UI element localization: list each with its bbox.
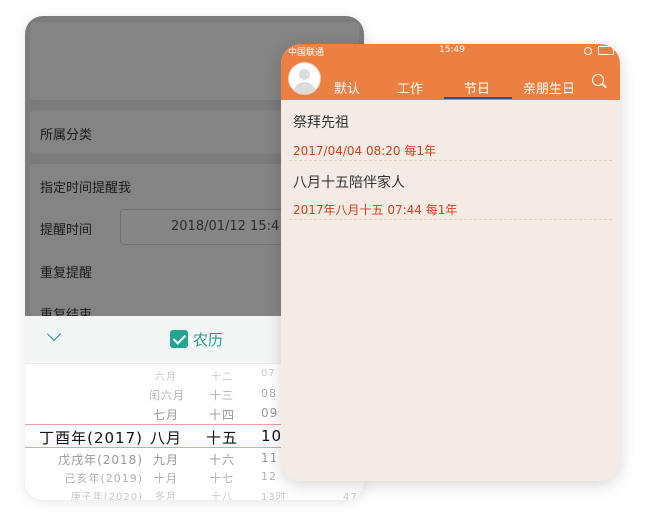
wheel-day: 十二 bbox=[211, 372, 233, 383]
status-time: 15:49 bbox=[439, 45, 465, 55]
search-icon[interactable] bbox=[592, 74, 604, 86]
status-icons bbox=[584, 46, 614, 56]
avatar-body-icon bbox=[293, 82, 316, 94]
wheel-year: 丁酉年(2017) bbox=[39, 429, 143, 447]
reminder-title: 祭拜先祖 bbox=[293, 115, 349, 131]
wheel-month: 八月 bbox=[149, 429, 182, 447]
wheel-day: 十四 bbox=[208, 408, 235, 422]
tab-family-birthday[interactable]: 亲朋生日 bbox=[523, 78, 575, 97]
lunar-checkbox[interactable] bbox=[170, 330, 188, 348]
app-header: 中国联通 15:49 默认 工作 节日 亲朋生日 bbox=[281, 44, 620, 100]
wheel-day: 十七 bbox=[210, 472, 234, 485]
wheel-month: 冬月 bbox=[155, 492, 177, 500]
wheel-month: 十月 bbox=[154, 472, 178, 485]
wheel-day: 十五 bbox=[205, 429, 238, 447]
avatar-head-icon bbox=[299, 69, 310, 80]
wheel-year: 庚子年(2020) bbox=[70, 492, 143, 500]
front-phone-screen: 中国联通 15:49 默认 工作 节日 亲朋生日 祭拜先祖 2017/04/04… bbox=[281, 44, 620, 481]
tab-festival[interactable]: 节日 bbox=[464, 78, 490, 97]
wheel-minute: 47分 bbox=[343, 492, 364, 500]
list-divider bbox=[289, 160, 612, 161]
status-bar: 中国联通 15:49 bbox=[281, 44, 620, 58]
wheel-year: 己亥年(2019) bbox=[64, 472, 143, 485]
wheel-hour: 13时 bbox=[261, 492, 287, 500]
lunar-checkbox-label[interactable]: 农历 bbox=[193, 329, 223, 350]
wheel-day: 十三 bbox=[210, 389, 234, 402]
wheel-month: 六月 bbox=[155, 372, 177, 383]
carrier-label: 中国联通 bbox=[288, 48, 325, 58]
alarm-icon bbox=[584, 46, 592, 55]
wheel-day: 十六 bbox=[208, 453, 235, 467]
tab-work[interactable]: 工作 bbox=[397, 78, 423, 97]
wheel-month: 九月 bbox=[152, 453, 179, 467]
list-divider bbox=[289, 219, 612, 220]
active-tab-indicator bbox=[444, 97, 512, 99]
reminder-detail: 2017/04/04 08:20 每1年 bbox=[293, 144, 437, 158]
tab-default[interactable]: 默认 bbox=[334, 78, 360, 97]
wheel-year: 戊戌年(2018) bbox=[58, 453, 143, 467]
reminder-title: 八月十五陪伴家人 bbox=[293, 175, 405, 191]
wheel-month: 七月 bbox=[152, 408, 179, 422]
battery-icon bbox=[598, 46, 614, 55]
wheel-month: 闰六月 bbox=[149, 389, 185, 402]
avatar[interactable] bbox=[288, 62, 321, 95]
reminder-detail: 2017年八月十五 07:44 每1年 bbox=[293, 203, 458, 217]
chevron-down-icon[interactable] bbox=[46, 326, 62, 342]
wheel-row[interactable]: 庚子年(2020) 冬月 十八 13时 47分 bbox=[25, 488, 364, 500]
wheel-day: 十八 bbox=[211, 492, 233, 500]
